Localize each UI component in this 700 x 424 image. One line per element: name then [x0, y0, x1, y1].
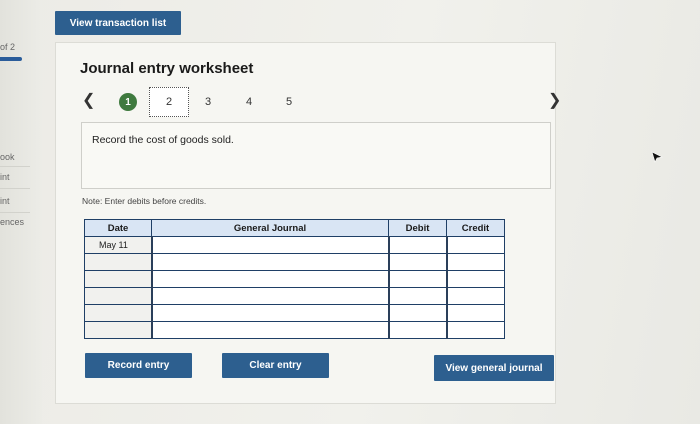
sidebar-item-print[interactable]: int	[0, 196, 10, 206]
debit-input[interactable]	[387, 253, 447, 271]
table-row	[84, 287, 505, 305]
chevron-left-icon[interactable]: ❮	[82, 93, 95, 109]
date-cell	[84, 304, 152, 322]
date-column-header: Date	[84, 219, 152, 237]
step-3[interactable]: 3	[199, 93, 217, 111]
date-cell	[84, 321, 152, 339]
table-header-row: Date General Journal Debit Credit	[84, 219, 505, 237]
credit-input[interactable]	[445, 253, 505, 271]
account-input[interactable]	[150, 304, 389, 322]
mouse-cursor-icon	[651, 151, 663, 163]
view-transaction-list-button[interactable]: View transaction list	[55, 11, 181, 35]
debit-input[interactable]	[387, 321, 447, 339]
credit-input[interactable]	[445, 304, 505, 322]
step-5[interactable]: 5	[280, 93, 298, 111]
credit-column-header: Credit	[446, 219, 505, 237]
page-progress-bar	[0, 57, 22, 61]
date-cell: May 11	[84, 236, 152, 254]
account-input[interactable]	[150, 287, 389, 305]
step-2-current[interactable]: 2	[149, 87, 189, 117]
debit-column-header: Debit	[388, 219, 447, 237]
credit-input[interactable]	[445, 270, 505, 288]
date-cell	[84, 270, 152, 288]
instruction-text: Record the cost of goods sold.	[92, 134, 234, 146]
clear-entry-button[interactable]: Clear entry	[222, 353, 329, 378]
table-row	[84, 321, 505, 339]
account-input[interactable]	[150, 270, 389, 288]
table-row	[84, 253, 505, 271]
record-entry-button[interactable]: Record entry	[85, 353, 192, 378]
step-4[interactable]: 4	[240, 93, 258, 111]
debit-input[interactable]	[387, 304, 447, 322]
general-journal-column-header: General Journal	[151, 219, 389, 237]
journal-worksheet-panel: Journal entry worksheet ❮ 1 2 3 4 5 ❯ Re…	[55, 42, 561, 404]
debit-input[interactable]	[387, 287, 447, 305]
sidebar-divider	[0, 212, 30, 213]
view-general-journal-button[interactable]: View general journal	[434, 355, 554, 381]
credit-input[interactable]	[445, 321, 505, 339]
note-text: Note: Enter debits before credits.	[82, 196, 207, 206]
date-cell	[84, 253, 152, 271]
account-input[interactable]	[150, 321, 389, 339]
left-sidebar: of 2 ook int int ences	[0, 0, 42, 424]
sidebar-divider	[0, 166, 30, 167]
date-cell	[84, 287, 152, 305]
table-row	[84, 270, 505, 288]
account-input[interactable]	[150, 236, 389, 254]
chevron-right-icon[interactable]: ❯	[548, 93, 561, 109]
journal-entry-table: Date General Journal Debit Credit May 11	[84, 219, 505, 339]
sidebar-divider	[0, 188, 30, 189]
table-row	[84, 304, 505, 322]
step-1-complete[interactable]: 1	[119, 93, 137, 111]
page-title: Journal entry worksheet	[80, 60, 254, 77]
credit-input[interactable]	[445, 287, 505, 305]
table-row: May 11	[84, 236, 505, 254]
sidebar-item-hint[interactable]: int	[0, 172, 10, 182]
sidebar-item-references[interactable]: ences	[0, 217, 24, 227]
sidebar-item-ebook[interactable]: ook	[0, 152, 15, 162]
page-indicator: of 2	[0, 42, 16, 52]
instruction-box: Record the cost of goods sold.	[81, 122, 551, 189]
debit-input[interactable]	[387, 270, 447, 288]
account-input[interactable]	[150, 253, 389, 271]
credit-input[interactable]	[445, 236, 505, 254]
debit-input[interactable]	[387, 236, 447, 254]
